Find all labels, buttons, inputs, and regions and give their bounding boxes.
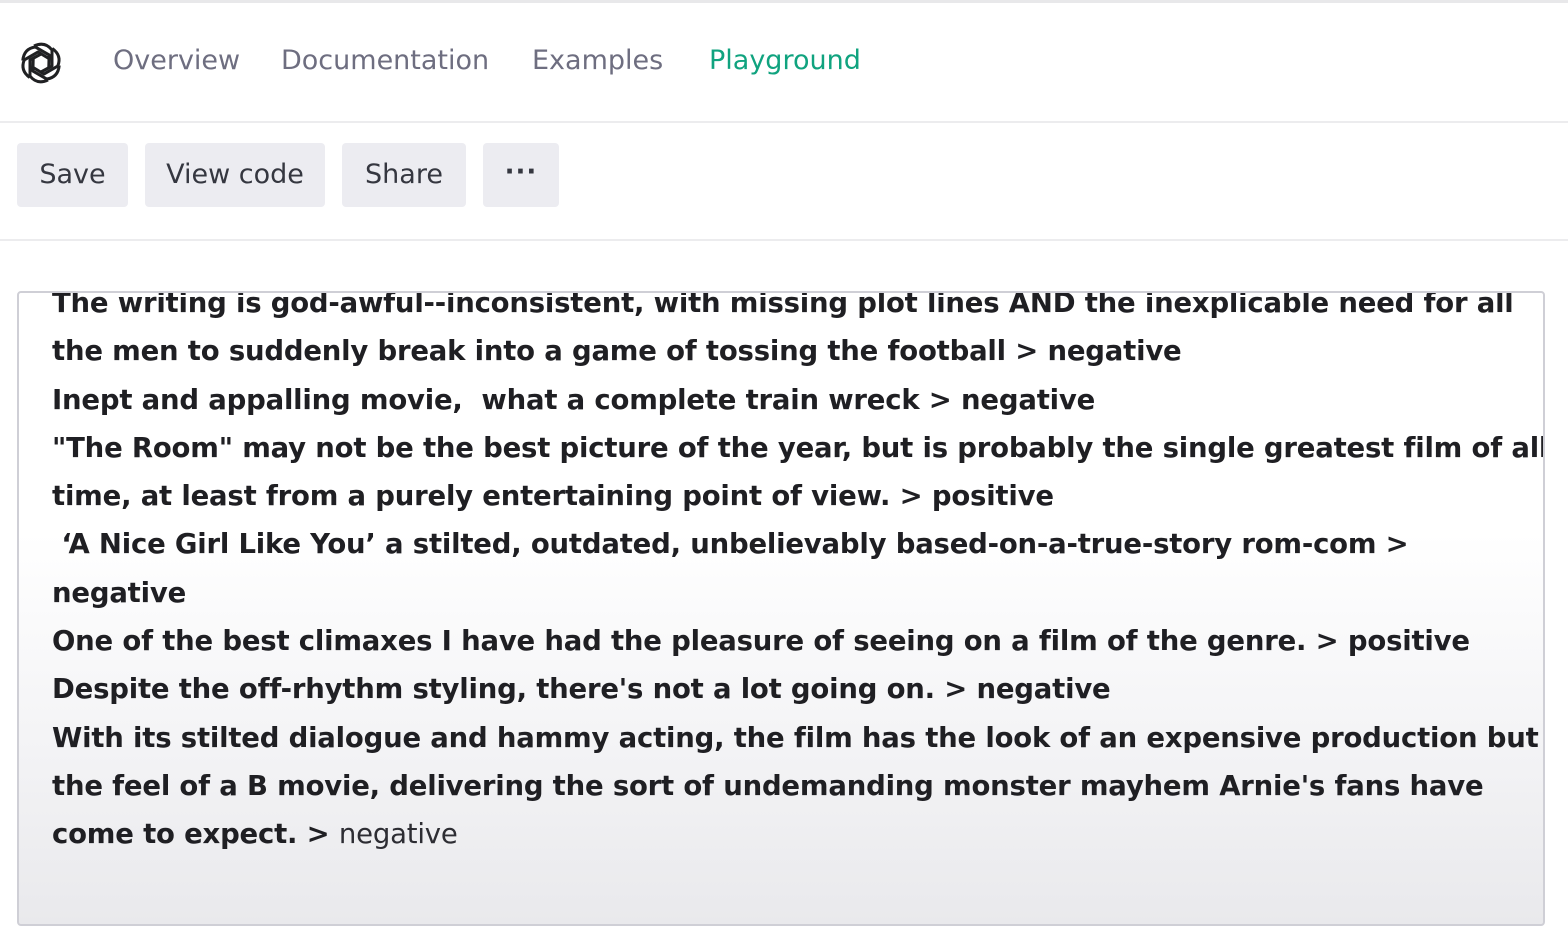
view-code-button[interactable]: View code <box>145 143 325 207</box>
prompt-line: Despite the off-rhythm styling, there's … <box>52 673 1111 706</box>
prompt-line: One of the best climaxes I have had the … <box>52 625 1470 658</box>
prompt-line: negative <box>52 576 187 609</box>
prompt-line: Inept and appalling movie, what a comple… <box>52 383 1096 416</box>
nav-overview[interactable]: Overview <box>113 43 240 79</box>
prompt-last-line: come to expect. > negative <box>52 810 1522 858</box>
nav-examples[interactable]: Examples <box>532 43 663 79</box>
prompt-line: "The Room" may not be the best picture o… <box>52 431 1545 464</box>
nav-playground[interactable]: Playground <box>709 43 861 79</box>
nav-documentation[interactable]: Documentation <box>281 43 489 79</box>
save-button[interactable]: Save <box>17 143 128 207</box>
openai-logo-icon[interactable] <box>16 38 66 88</box>
share-button[interactable]: Share <box>342 143 466 207</box>
prompt-last-line-text: come to expect. > <box>52 818 339 851</box>
toolbar: Save View code Share ··· <box>0 123 1568 241</box>
prompt-line: The writing is god-awful--inconsistent, … <box>52 291 1514 319</box>
model-completion-text: negative <box>338 818 458 851</box>
prompt-line: time, at least from a purely entertainin… <box>52 480 1054 513</box>
top-navigation: Overview Documentation Examples Playgrou… <box>0 3 1568 123</box>
more-options-button[interactable]: ··· <box>483 143 559 207</box>
prompt-text[interactable]: The writing is god-awful--inconsistent, … <box>52 291 1545 859</box>
prompt-line: the feel of a B movie, delivering the so… <box>52 769 1484 802</box>
prompt-line: ‘A Nice Girl Like You’ a stilted, outdat… <box>52 528 1409 561</box>
prompt-line: With its stilted dialogue and hammy acti… <box>52 721 1539 754</box>
prompt-line: the men to suddenly break into a game of… <box>52 335 1182 368</box>
prompt-editor[interactable]: The writing is god-awful--inconsistent, … <box>17 291 1545 926</box>
